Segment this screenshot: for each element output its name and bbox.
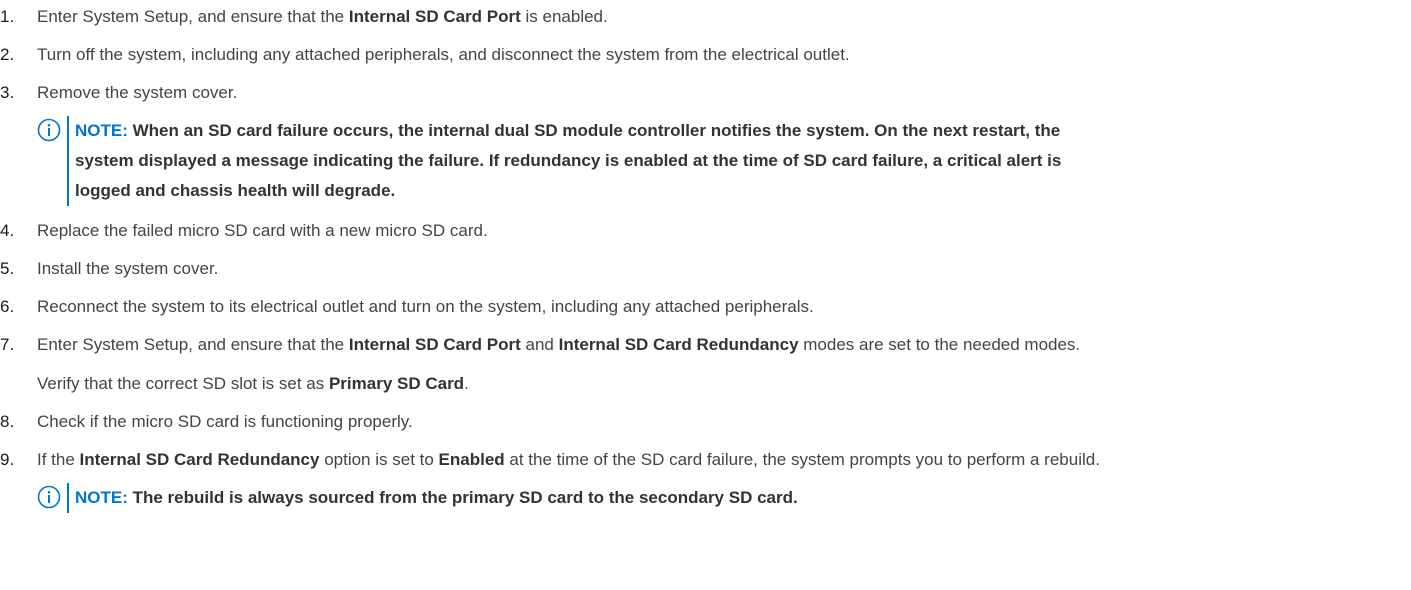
setting-name: Primary SD Card bbox=[328, 374, 465, 393]
step-7: 7. Enter System Setup, and ensure that t… bbox=[0, 332, 1411, 397]
step-text: Turn off the system, including any attac… bbox=[37, 45, 850, 64]
procedure-document: 1. Enter System Setup, and ensure that t… bbox=[0, 0, 1411, 513]
step-text: Reconnect the system to its electrical o… bbox=[37, 297, 814, 316]
step-text: Check if the micro SD card is functionin… bbox=[37, 412, 413, 431]
step-text: Enter System Setup, and ensure that the … bbox=[37, 7, 608, 26]
note-label: NOTE: bbox=[75, 121, 128, 140]
step-3: 3. Remove the system cover. bbox=[0, 80, 1411, 106]
step-text: If the Internal SD Card Redundancy optio… bbox=[37, 450, 1100, 469]
setting-value: Enabled bbox=[438, 450, 505, 469]
step-2: 2. Turn off the system, including any at… bbox=[0, 42, 1411, 68]
step-number: 3. bbox=[0, 83, 15, 102]
step-text: Remove the system cover. bbox=[37, 83, 238, 102]
note-rebuild: NOTE: The rebuild is always sourced from… bbox=[37, 483, 1411, 513]
step-6: 6. Reconnect the system to its electrica… bbox=[0, 294, 1411, 320]
setting-name: Internal SD Card Port bbox=[348, 7, 521, 26]
step-number: 1. bbox=[0, 7, 15, 26]
step-paragraph: Verify that the correct SD slot is set a… bbox=[37, 374, 469, 393]
step-text: Replace the failed micro SD card with a … bbox=[37, 221, 488, 240]
setting-name: Internal SD Card Port bbox=[348, 335, 521, 354]
step-number: 7. bbox=[0, 335, 15, 354]
step-1: 1. Enter System Setup, and ensure that t… bbox=[0, 4, 1411, 30]
note-text: NOTE: When an SD card failure occurs, th… bbox=[75, 121, 1062, 200]
note-sd-failure: NOTE: When an SD card failure occurs, th… bbox=[37, 116, 1411, 206]
step-4: 4. Replace the failed micro SD card with… bbox=[0, 218, 1411, 244]
step-text: Enter System Setup, and ensure that the … bbox=[37, 335, 1081, 354]
step-number: 9. bbox=[0, 450, 15, 469]
info-circle-icon bbox=[37, 485, 61, 509]
step-number: 8. bbox=[0, 412, 15, 431]
step-number: 2. bbox=[0, 45, 15, 64]
info-circle-icon bbox=[37, 118, 61, 142]
note-rule bbox=[67, 116, 69, 206]
step-9: 9. If the Internal SD Card Redundancy op… bbox=[0, 447, 1411, 473]
step-8: 8. Check if the micro SD card is functio… bbox=[0, 409, 1411, 435]
step-number: 4. bbox=[0, 221, 15, 240]
note-rule bbox=[67, 483, 69, 513]
note-text: NOTE: The rebuild is always sourced from… bbox=[75, 488, 798, 507]
step-number: 5. bbox=[0, 259, 15, 278]
step-5: 5. Install the system cover. bbox=[0, 256, 1411, 282]
step-number: 6. bbox=[0, 297, 15, 316]
step-text: Install the system cover. bbox=[37, 259, 219, 278]
note-label: NOTE: bbox=[75, 488, 128, 507]
setting-name: Internal SD Card Redundancy bbox=[79, 450, 320, 469]
setting-name: Internal SD Card Redundancy bbox=[558, 335, 799, 354]
